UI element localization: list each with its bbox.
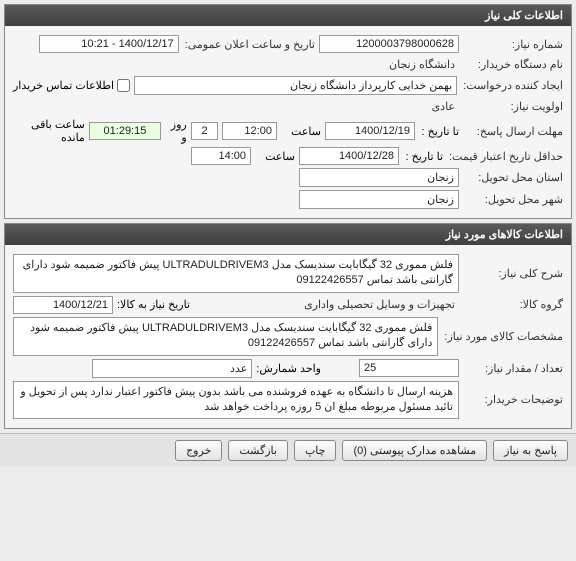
panel2-title: اطلاعات کالاهای مورد نیاز: [5, 224, 571, 245]
price-valid-label: حداقل تاریخ اعتبار قیمت:: [447, 150, 563, 163]
group-label: گروه کالا:: [463, 298, 563, 311]
to-date-label: تا تاریخ :: [419, 125, 459, 138]
group-value: تجهیزات و وسایل تحصیلی واداری: [300, 296, 459, 313]
deliver-city-value: زنجان: [299, 190, 459, 209]
back-button[interactable]: بازگشت: [228, 440, 288, 461]
price-valid-time-label: ساعت: [255, 150, 295, 163]
exit-button[interactable]: خروج: [175, 440, 222, 461]
days-label: روز و: [165, 118, 187, 144]
qty-value: 25: [359, 359, 459, 377]
desc-label: شرح کلی نیاز:: [463, 267, 563, 280]
desc-value: فلش مموری 32 گیگابایت سندیسک مدل ULTRADU…: [13, 254, 459, 293]
deliver-prov-value: زنجان: [299, 168, 459, 187]
panel2-body: شرح کلی نیاز: فلش مموری 32 گیگابایت سندی…: [5, 245, 571, 428]
reply-button[interactable]: پاسخ به نیاز: [493, 440, 568, 461]
deliver-prov-label: استان محل تحویل:: [463, 171, 563, 184]
general-info-panel: اطلاعات کلی نیاز شماره نیاز: 12000037980…: [4, 4, 572, 219]
print-button[interactable]: چاپ: [294, 440, 337, 461]
countdown-value: 01:29:15: [89, 122, 161, 140]
buyer-contact-label: اطلاعات تماس خریدار: [13, 79, 114, 92]
unit-value: عدد: [92, 359, 252, 378]
buyer-value: دانشگاه زنجان: [385, 56, 459, 73]
reply-date-value: 1400/12/19: [325, 122, 415, 140]
need-to-date-label: تاریخ نیاز به کالا:: [117, 298, 190, 311]
view-attachments-button[interactable]: مشاهده مدارک پیوستی (0): [342, 440, 487, 461]
unit-label: واحد شمارش:: [256, 362, 321, 375]
reply-time-value: 12:00: [222, 122, 276, 140]
panel1-title: اطلاعات کلی نیاز: [5, 5, 571, 26]
to-date-label-2: تا تاریخ :: [403, 150, 443, 163]
reply-time-label: ساعت: [281, 125, 321, 138]
priority-label: اولویت نیاز:: [463, 100, 563, 113]
deliver-city-label: شهر محل تحویل:: [463, 193, 563, 206]
buyer-contact-checkbox-wrap[interactable]: اطلاعات تماس خریدار: [13, 79, 130, 92]
remain-label: ساعت باقی مانده: [13, 118, 85, 144]
footer-toolbar: پاسخ به نیاز مشاهده مدارک پیوستی (0) چاپ…: [0, 433, 576, 467]
need-no-label: شماره نیاز:: [463, 38, 563, 51]
price-valid-date: 1400/12/28: [299, 147, 399, 165]
spec-value: فلش مموری 32 گیگابایت سندیسک مدل ULTRADU…: [13, 317, 438, 356]
pub-date-label: تاریخ و ساعت اعلان عمومی:: [183, 38, 315, 51]
buyer-contact-checkbox[interactable]: [117, 79, 130, 92]
items-info-panel: اطلاعات کالاهای مورد نیاز شرح کلی نیاز: …: [4, 223, 572, 429]
need-no-value: 1200003798000628: [319, 35, 459, 53]
creator-label: ایجاد کننده درخواست:: [461, 79, 563, 92]
price-valid-time: 14:00: [191, 147, 251, 165]
panel1-body: شماره نیاز: 1200003798000628 تاریخ و ساع…: [5, 26, 571, 218]
priority-value: عادی: [428, 98, 459, 115]
buyer-notes-value: هزینه ارسال تا دانشگاه به عهده فروشنده م…: [13, 381, 459, 420]
need-to-date-value: 1400/12/21: [13, 296, 113, 314]
buyer-notes-label: توضیحات خریدار:: [463, 393, 563, 406]
reply-deadline-label: مهلت ارسال پاسخ:: [463, 125, 563, 138]
qty-label: تعداد / مقدار نیاز:: [463, 362, 563, 375]
buyer-label: نام دستگاه خریدار:: [463, 58, 563, 71]
days-value: 2: [191, 122, 219, 140]
pub-date-value: 1400/12/17 - 10:21: [39, 35, 179, 53]
spec-label: مشخصات کالای مورد نیاز:: [442, 330, 563, 343]
creator-value: بهمن خدایی کارپرداز دانشگاه زنجان: [134, 76, 457, 95]
